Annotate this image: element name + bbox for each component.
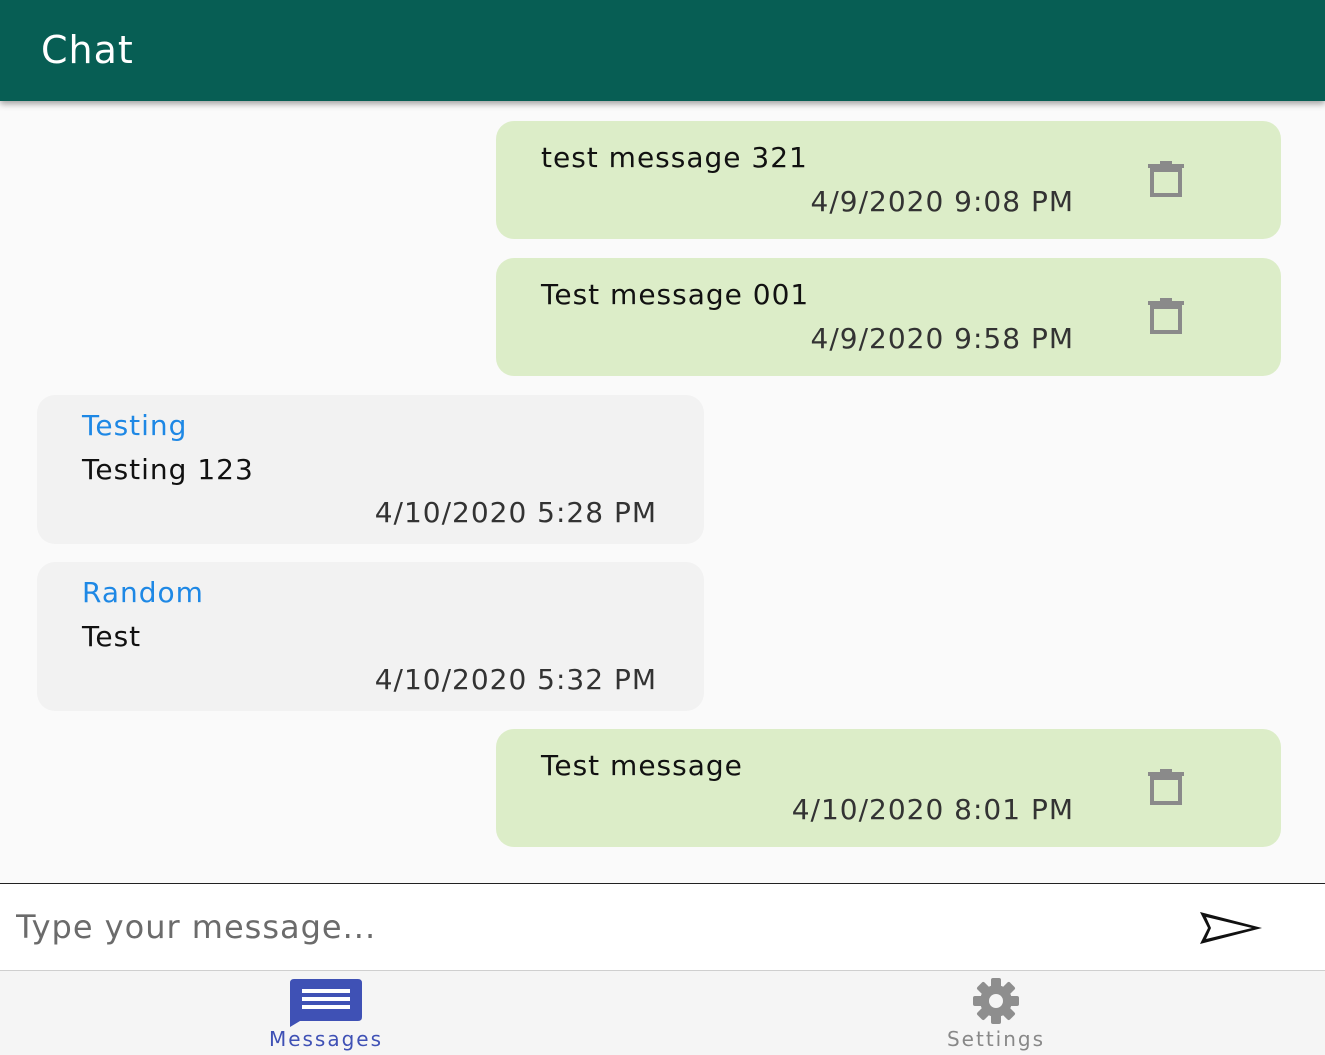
gear-icon: [973, 978, 1019, 1024]
message-text: Test message 001: [541, 278, 810, 311]
message-list[interactable]: test message 321 4/9/2020 9:08 PM Test m…: [0, 101, 1325, 883]
chat-app: Chat test message 321 4/9/2020 9:08 PM T…: [0, 0, 1325, 1055]
trash-icon[interactable]: [1146, 769, 1186, 805]
message-bubble-incoming[interactable]: Random Test 4/10/2020 5:32 PM: [37, 562, 704, 711]
message-composer: [0, 883, 1325, 971]
message-text: test message 321: [541, 141, 808, 174]
bottom-navigation: Messages Settings: [0, 971, 1325, 1055]
sender-name[interactable]: Testing: [82, 409, 187, 442]
nav-label-messages: Messages: [268, 1027, 384, 1051]
send-icon[interactable]: [1196, 908, 1266, 948]
nav-label-settings: Settings: [946, 1027, 1046, 1051]
message-timestamp: 4/10/2020 5:28 PM: [374, 496, 657, 529]
message-text: Testing 123: [82, 453, 254, 486]
message-timestamp: 4/10/2020 5:32 PM: [374, 663, 657, 696]
trash-icon[interactable]: [1146, 161, 1186, 197]
message-input[interactable]: [16, 902, 1166, 952]
message-text: Test message: [541, 749, 743, 782]
message-bubble-incoming[interactable]: Testing Testing 123 4/10/2020 5:28 PM: [37, 395, 704, 544]
message-text: Test: [82, 620, 142, 653]
message-timestamp: 4/10/2020 8:01 PM: [791, 793, 1074, 826]
message-icon: [290, 979, 362, 1027]
nav-item-messages[interactable]: Messages: [226, 971, 426, 1055]
app-header: Chat: [0, 0, 1325, 101]
nav-item-settings[interactable]: Settings: [896, 971, 1096, 1055]
page-title: Chat: [41, 28, 134, 72]
message-bubble-outgoing[interactable]: Test message 001 4/9/2020 9:58 PM: [496, 258, 1281, 376]
message-bubble-outgoing[interactable]: Test message 4/10/2020 8:01 PM: [496, 729, 1281, 847]
message-timestamp: 4/9/2020 9:58 PM: [810, 322, 1074, 355]
message-timestamp: 4/9/2020 9:08 PM: [810, 185, 1074, 218]
message-bubble-outgoing[interactable]: test message 321 4/9/2020 9:08 PM: [496, 121, 1281, 239]
trash-icon[interactable]: [1146, 298, 1186, 334]
sender-name[interactable]: Random: [82, 576, 204, 609]
